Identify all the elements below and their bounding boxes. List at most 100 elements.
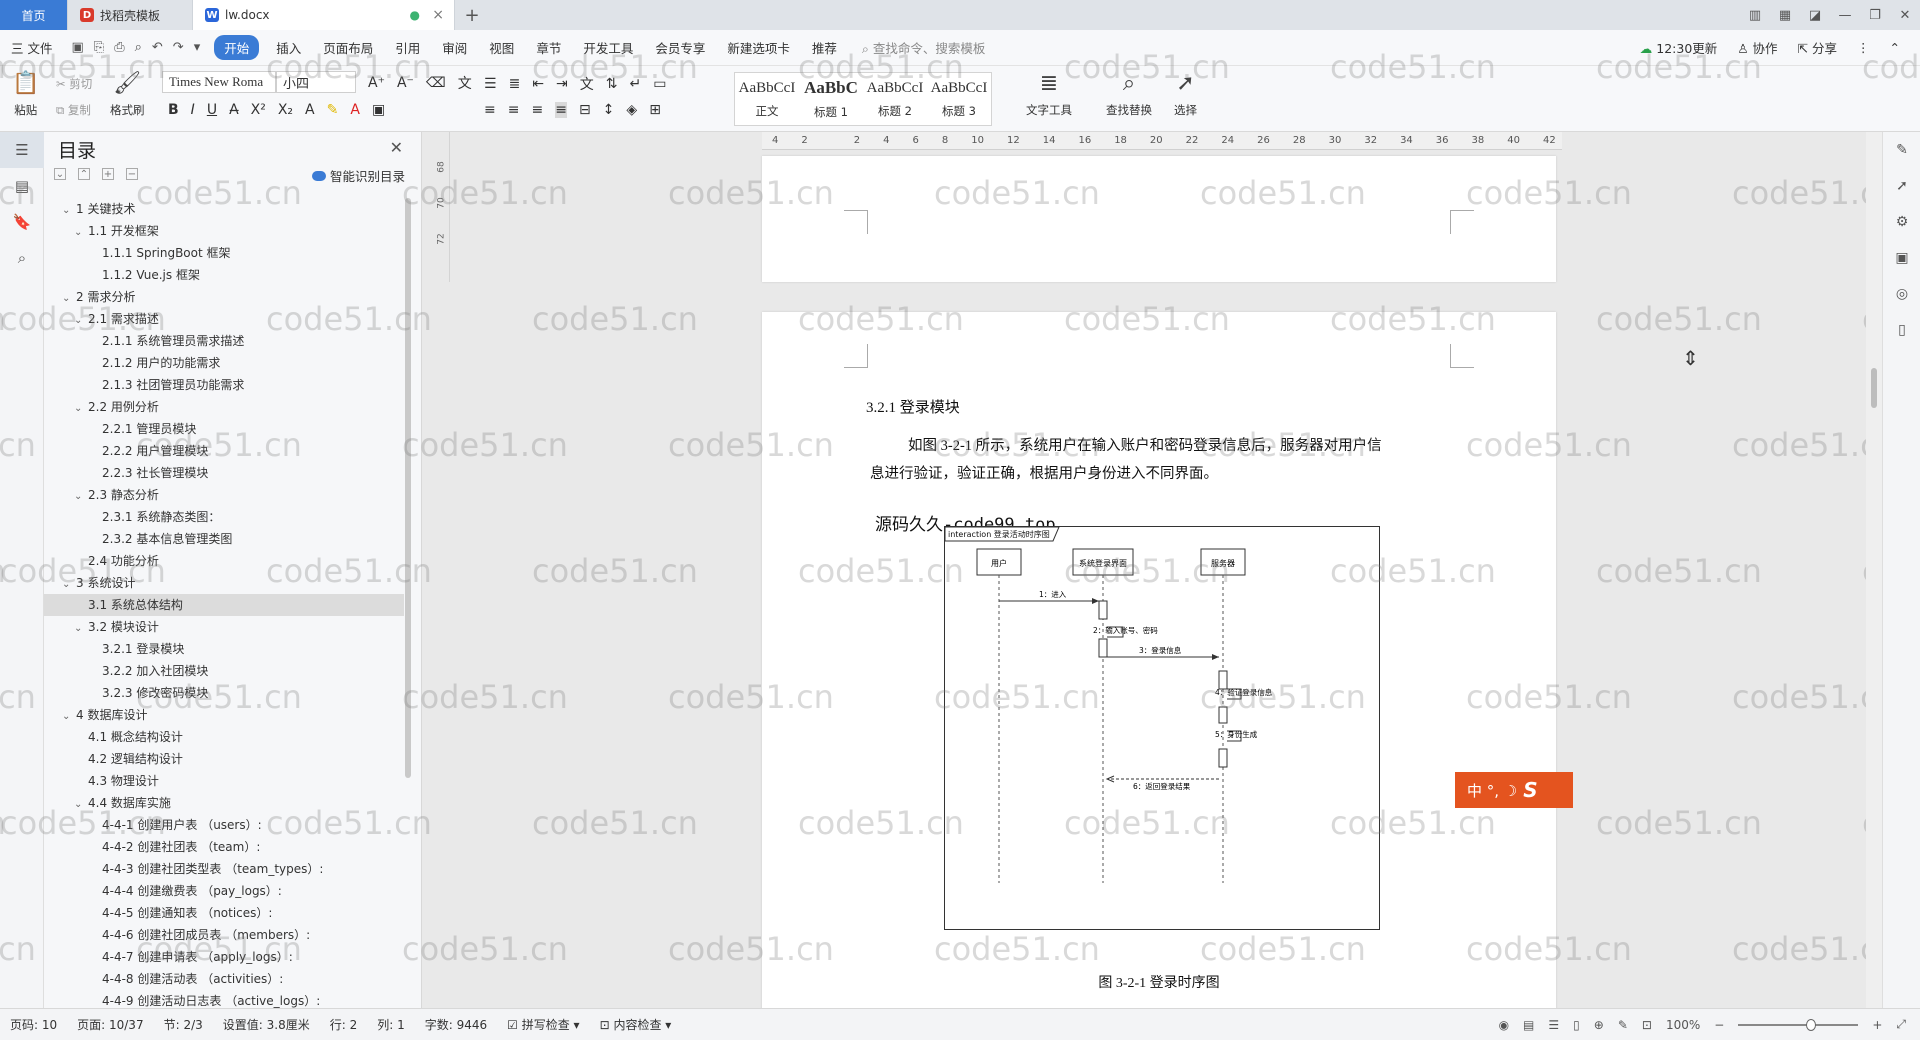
web-view-icon[interactable]: ⊕ <box>1594 1018 1604 1032</box>
redo-icon[interactable]: ↷ <box>173 40 184 55</box>
eye-protect-icon[interactable]: ◉ <box>1499 1018 1509 1032</box>
toc-item[interactable]: ⌄ 3 系统设计 <box>44 572 404 594</box>
toc-item[interactable]: ⌄ 2.3 静态分析 <box>44 484 404 506</box>
zoom-knob[interactable] <box>1806 1018 1817 1031</box>
select-button[interactable]: ➚ 选择 <box>1174 72 1197 118</box>
fit-icon[interactable]: ⊡ <box>1642 1018 1652 1032</box>
page-view-icon[interactable]: ▤ <box>1523 1018 1534 1032</box>
toc-item[interactable]: 2.3.1 系统静态类图： <box>44 506 404 528</box>
image-icon[interactable]: ▣ <box>1883 240 1920 276</box>
style-normal[interactable]: AaBbCcI 正文 <box>735 73 799 125</box>
toc-panel-icon[interactable]: ☰ <box>0 132 44 168</box>
toc-item[interactable]: 2.2.1 管理员模块 <box>44 418 404 440</box>
toc-item[interactable]: ⌄ 3.2 模块设计 <box>44 616 404 638</box>
justify-icon[interactable]: ≡ <box>555 102 567 118</box>
clear-format-icon[interactable]: ⌫ <box>426 75 446 91</box>
toc-item[interactable]: 1.1.2 Vue.js 框架 <box>44 264 404 286</box>
copy-button[interactable]: ⧉ 复制 <box>56 102 91 118</box>
save-icon[interactable]: ▣ <box>71 40 83 55</box>
toc-item[interactable]: 4.1 概念结构设计 <box>44 726 404 748</box>
menu-review[interactable]: 审阅 <box>431 38 478 57</box>
restore-icon[interactable]: ❐ <box>1860 0 1890 30</box>
write-view-icon[interactable]: ✎ <box>1618 1018 1628 1032</box>
style-heading2[interactable]: AaBbCcI 标题 2 <box>863 73 927 125</box>
status-setting[interactable]: 设置值: 3.8厘米 <box>213 1016 320 1033</box>
tab-template[interactable]: D 找稻壳模板 <box>68 0 193 30</box>
zoom-value[interactable]: 100% <box>1666 1018 1700 1032</box>
read-view-icon[interactable]: ▯ <box>1573 1018 1580 1032</box>
adjust-icon[interactable]: ⚙ <box>1883 204 1920 240</box>
toc-item[interactable]: ⌄ 4.4 数据库实施 <box>44 792 404 814</box>
skin-icon[interactable]: ◪ <box>1800 0 1830 30</box>
outline-view-icon[interactable]: ☰ <box>1548 1018 1559 1032</box>
toc-item[interactable]: 2.4 功能分析 <box>44 550 404 572</box>
zoom-slider[interactable] <box>1738 1018 1859 1031</box>
tab-document[interactable]: W lw.docx ● × <box>193 0 455 30</box>
line-spacing-icon[interactable]: ↕ <box>603 102 615 118</box>
italic-icon[interactable]: I <box>191 102 195 118</box>
strikethrough-icon[interactable]: A̶ <box>229 102 239 118</box>
toc-scrollbar[interactable] <box>405 198 411 778</box>
toc-item[interactable]: 2.1.2 用户的功能需求 <box>44 352 404 374</box>
toc-item[interactable]: 1.1.1 SpringBoot 框架 <box>44 242 404 264</box>
bookmark-icon[interactable]: 🔖 <box>0 204 44 240</box>
highlight-icon[interactable]: ✎ <box>327 102 339 118</box>
superscript-icon[interactable]: X² <box>251 102 266 118</box>
outdent-icon[interactable]: ⇤ <box>532 76 544 92</box>
chapter-nav-icon[interactable]: ▤ <box>0 168 44 204</box>
body-paragraph-line1[interactable]: 如图 3-2-1 所示，系统用户在输入账户和密码登录信息后，服务器对用户信 <box>880 432 1440 461</box>
close-tab-icon[interactable]: × <box>432 7 444 23</box>
toc-item[interactable]: 2.1.1 系统管理员需求描述 <box>44 330 404 352</box>
toc-item[interactable]: 4-4-1 创建用户表 （users）: <box>44 814 404 836</box>
figure-caption[interactable]: 图 3-2-1 登录时序图 <box>762 972 1556 992</box>
chevron-down-icon[interactable]: ⌄ <box>74 310 88 330</box>
zoom-in-icon[interactable]: + <box>1872 1018 1882 1032</box>
menu-layout[interactable]: 页面布局 <box>312 38 384 57</box>
indent-icon[interactable]: ⇥ <box>556 76 568 92</box>
paste-button[interactable]: 📋 粘贴 <box>12 72 39 118</box>
chevron-down-icon[interactable]: ⌄ <box>74 222 88 242</box>
align-right-icon[interactable]: ≡ <box>531 102 543 118</box>
menu-start[interactable]: 开始 <box>214 35 260 60</box>
toc-item[interactable]: 4-4-5 创建通知表 （notices）: <box>44 902 404 924</box>
menu-view[interactable]: 视图 <box>478 38 525 57</box>
font-size-select[interactable]: 小四 <box>276 71 356 93</box>
scroll-thumb[interactable] <box>1871 368 1877 408</box>
menu-new-tab[interactable]: 新建选项卡 <box>716 38 801 57</box>
align-center-icon[interactable]: ≡ <box>508 102 520 118</box>
menu-developer[interactable]: 开发工具 <box>572 38 644 57</box>
chevron-down-icon[interactable]: ⌄ <box>74 794 88 814</box>
toc-item[interactable]: 4-4-6 创建社团成员表 （members）: <box>44 924 404 946</box>
menu-recommend[interactable]: 推荐 <box>801 38 848 57</box>
new-tab-button[interactable]: + <box>455 0 489 30</box>
export-pdf-icon[interactable]: ⎘ <box>94 40 104 55</box>
status-words[interactable]: 字数: 9446 <box>415 1016 497 1033</box>
toc-item[interactable]: 2.3.2 基本信息管理类图 <box>44 528 404 550</box>
style-heading3[interactable]: AaBbCcI 标题 3 <box>927 73 991 125</box>
tab-home[interactable]: 首页 <box>0 0 68 30</box>
chevron-down-icon[interactable]: ⌄ <box>62 288 76 308</box>
toc-item[interactable]: 4.3 物理设计 <box>44 770 404 792</box>
menu-references[interactable]: 引用 <box>384 38 431 57</box>
preview-icon[interactable]: ⌕ <box>135 40 142 55</box>
status-col[interactable]: 列: 1 <box>367 1016 415 1033</box>
text-effect-icon[interactable]: A <box>305 102 315 118</box>
font-name-select[interactable]: Times New Roma <box>162 71 276 93</box>
add-level-icon[interactable]: + <box>102 168 114 180</box>
toc-item[interactable]: 3.2.1 登录模块 <box>44 638 404 660</box>
menu-member[interactable]: 会员专享 <box>644 38 716 57</box>
close-icon[interactable]: ✕ <box>390 138 403 157</box>
sequence-diagram[interactable]: interaction 登录活动时序图 用户 系统登录界面 服务器 1：进入 2… <box>944 526 1380 930</box>
close-window-icon[interactable]: ✕ <box>1890 0 1920 30</box>
find-replace-button[interactable]: ⌕ 查找替换 <box>1106 72 1152 118</box>
toc-item[interactable]: 4-4-8 创建活动表 （activities）: <box>44 968 404 990</box>
distribute-icon[interactable]: ⊟ <box>579 102 591 118</box>
menu-chapter[interactable]: 章节 <box>525 38 572 57</box>
customize-icon[interactable]: ▾ <box>194 40 201 55</box>
horizontal-ruler[interactable]: 4 2 2 4 6 8 10 12 14 16 18 20 22 24 26 28 30 32 34 36 38 40 42 <box>762 132 1562 150</box>
grow-font-icon[interactable]: A⁺ <box>368 75 385 91</box>
spell-check-toggle[interactable]: ☑ 拼写检查 ▾ <box>497 1016 589 1033</box>
chevron-down-icon[interactable]: ⌄ <box>74 398 88 418</box>
status-section[interactable]: 节: 2/3 <box>154 1016 213 1033</box>
toc-item[interactable]: ⌄ 4 数据库设计 <box>44 704 404 726</box>
